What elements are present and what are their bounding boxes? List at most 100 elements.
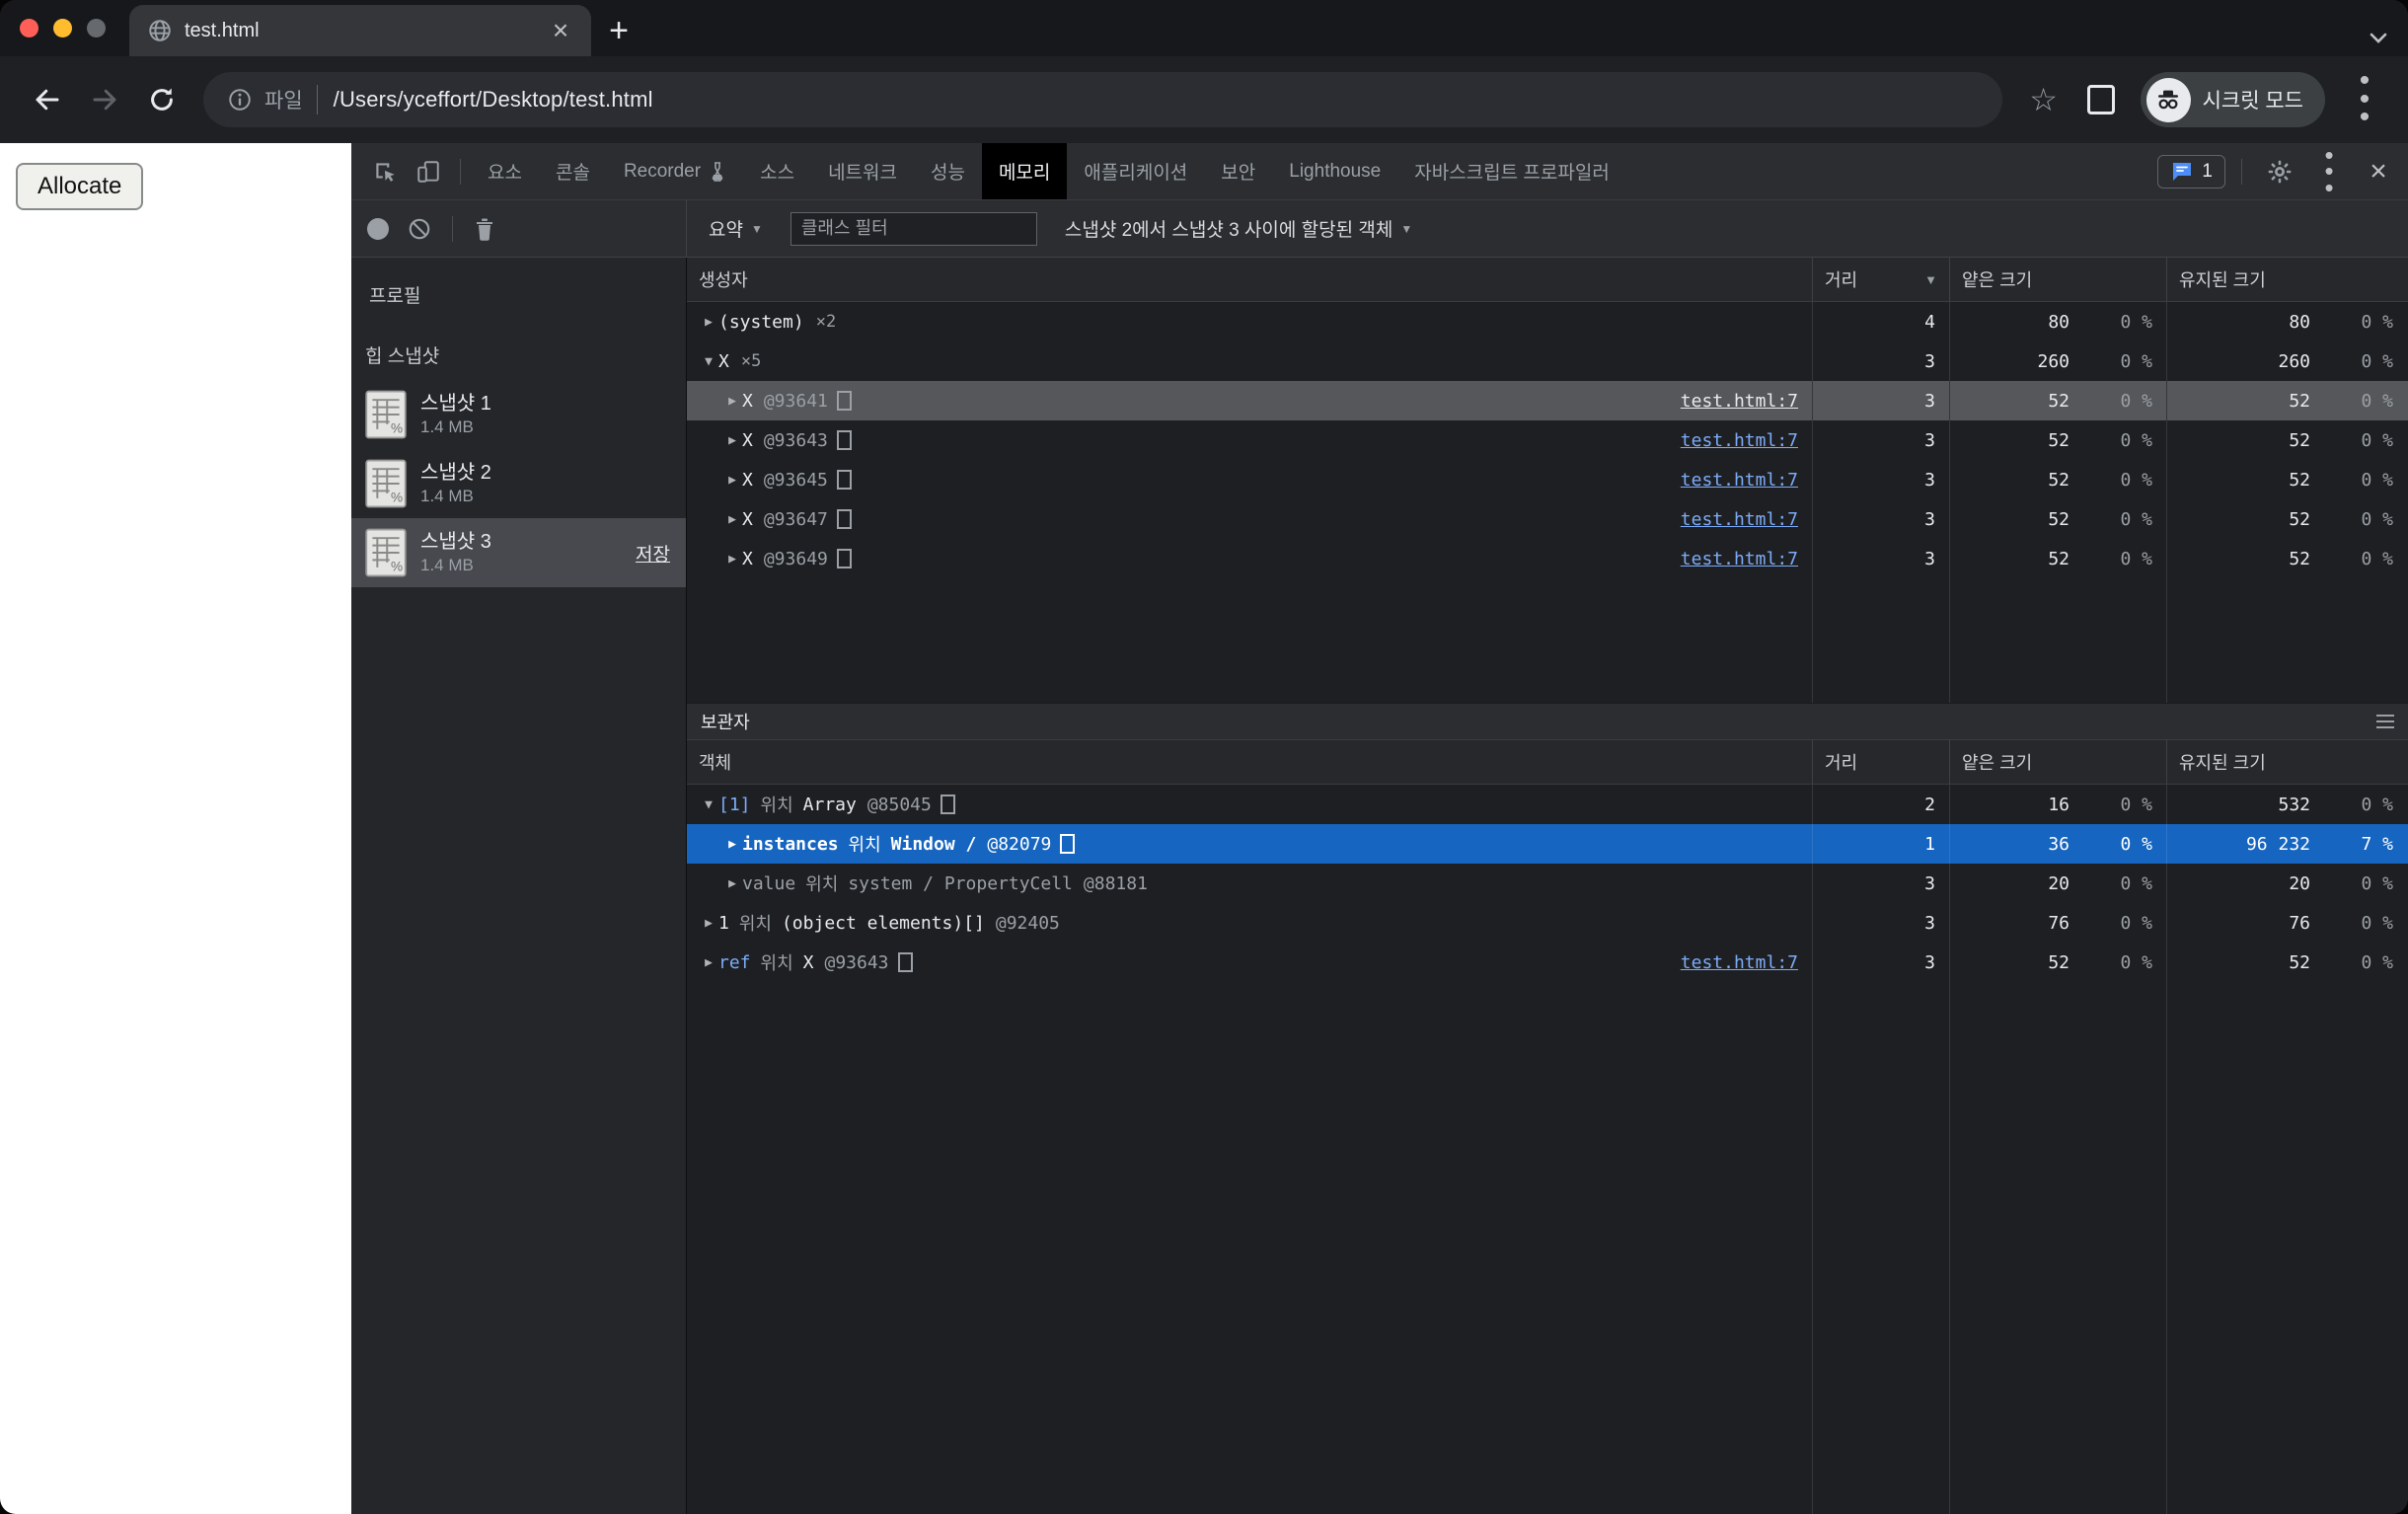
delete-profile-icon[interactable] — [473, 216, 496, 242]
allocate-button[interactable]: Allocate — [16, 163, 143, 210]
snapshot-file-icon: % — [365, 390, 407, 439]
distance-cell: 3 — [1813, 460, 1950, 499]
source-link[interactable]: test.html:7 — [1681, 549, 1798, 569]
snapshot-scope-select[interactable]: 스냅샷 2에서 스냅샷 3 사이에 할당된 객체 ▼ — [1059, 211, 1418, 246]
snapshot-item-1[interactable]: %스냅샷 11.4 MB — [351, 380, 686, 449]
devtools-tab-애플리케이션[interactable]: 애플리케이션 — [1067, 143, 1204, 199]
column-retained-size[interactable]: 유지된 크기 — [2167, 258, 2407, 301]
clear-profiles-icon[interactable] — [407, 216, 432, 242]
shallow-size-cell: 520 % — [1950, 381, 2167, 420]
shallow-size-cell: 520 % — [1950, 460, 2167, 499]
source-link[interactable]: test.html:7 — [1681, 430, 1798, 451]
retainer-row[interactable]: ▶1위치(object elements)[]@924053760 %760 % — [687, 903, 2408, 943]
retainers-menu-icon[interactable] — [2376, 715, 2394, 728]
distance-value: 1 — [1924, 834, 1935, 855]
devtools-tab-요소[interactable]: 요소 — [471, 143, 539, 199]
constructor-name: X — [742, 549, 753, 569]
tree-expanded-icon[interactable]: ▼ — [699, 797, 718, 812]
object-id: @93643 — [824, 952, 888, 973]
devtools-menu-icon[interactable]: ••• — [2307, 150, 2351, 193]
devtools-tab-자바스크립트 프로파일러[interactable]: 자바스크립트 프로파일러 — [1397, 143, 1626, 199]
tree-collapsed-icon[interactable]: ▶ — [722, 837, 742, 852]
browser-menu-icon[interactable]: ••• — [2339, 74, 2390, 125]
tree-collapsed-icon[interactable]: ▶ — [722, 473, 742, 488]
constructor-row[interactable]: ▶X@93645test.html:73520 %520 % — [687, 460, 2408, 499]
retainer-row[interactable]: ▶value위치system / PropertyCell@881813200 … — [687, 864, 2408, 903]
snapshot-item-3[interactable]: %스냅샷 31.4 MB저장 — [351, 518, 686, 587]
source-link[interactable]: test.html:7 — [1681, 470, 1798, 491]
source-link[interactable]: test.html:7 — [1681, 952, 1798, 973]
object-id: @85045 — [867, 795, 932, 815]
source-link[interactable]: test.html:7 — [1681, 509, 1798, 530]
retainer-row[interactable]: ▶ref위치X@93643test.html:73520 %520 % — [687, 943, 2408, 982]
tree-collapsed-icon[interactable]: ▶ — [722, 394, 742, 409]
devtools-tab-보안[interactable]: 보안 — [1204, 143, 1272, 199]
constructor-row[interactable]: ▶X@93641test.html:73520 %520 % — [687, 381, 2408, 420]
issues-count: 1 — [2202, 161, 2213, 183]
new-tab-button[interactable]: + — [591, 5, 646, 56]
zoom-window-button[interactable] — [87, 19, 106, 38]
perspective-select[interactable]: 요약 ▼ — [703, 211, 769, 246]
devtools-tab-콘솔[interactable]: 콘솔 — [539, 143, 607, 199]
devtools-tab-네트워크[interactable]: 네트워크 — [811, 143, 914, 199]
tree-collapsed-icon[interactable]: ▶ — [699, 916, 718, 931]
tree-collapsed-icon[interactable]: ▶ — [699, 315, 718, 330]
tree-collapsed-icon[interactable]: ▶ — [722, 512, 742, 527]
retainer-row[interactable]: ▼[1]위치Array@850452160 %5320 % — [687, 785, 2408, 824]
constructor-row[interactable]: ▶X@93649test.html:73520 %520 % — [687, 539, 2408, 578]
devtools-tab-소스[interactable]: 소스 — [743, 143, 811, 199]
tree-collapsed-icon[interactable]: ▶ — [699, 955, 718, 970]
distance-cell: 3 — [1813, 341, 1950, 381]
address-bar[interactable]: 파일 /Users/yceffort/Desktop/test.html — [203, 72, 2002, 127]
tree-collapsed-icon[interactable]: ▶ — [722, 433, 742, 448]
close-window-button[interactable] — [20, 19, 38, 38]
shallow-size-value: 76 — [2048, 913, 2069, 934]
column-shallow-size[interactable]: 얕은 크기 — [1950, 740, 2167, 784]
devtools-tab-Recorder[interactable]: Recorder — [607, 143, 743, 199]
retainer-property: 1 — [718, 913, 729, 934]
column-retained-size[interactable]: 유지된 크기 — [2167, 740, 2407, 784]
tab-search-chevron-icon[interactable] — [2367, 31, 2390, 46]
column-constructor[interactable]: 생성자 — [687, 258, 1813, 301]
issues-button[interactable]: 1 — [2157, 155, 2225, 189]
device-toolbar-icon[interactable] — [407, 150, 450, 193]
constructor-row[interactable]: ▶X@93643test.html:73520 %520 % — [687, 420, 2408, 460]
object-id: @93647 — [764, 509, 828, 530]
source-link[interactable]: test.html:7 — [1681, 391, 1798, 412]
constructor-row[interactable]: ▶(system)×24800 %800 % — [687, 302, 2408, 341]
distance-cell: 1 — [1813, 824, 1950, 864]
back-button[interactable] — [22, 74, 73, 125]
take-snapshot-icon[interactable] — [367, 218, 389, 240]
tree-expanded-icon[interactable]: ▼ — [699, 354, 718, 369]
snapshot-file-icon: % — [365, 459, 407, 508]
url-scheme-label: 파일 — [264, 85, 303, 114]
column-object[interactable]: 객체 — [687, 740, 1813, 784]
constructor-name: (object elements)[] — [782, 913, 985, 934]
devtools-tab-성능[interactable]: 성능 — [914, 143, 982, 199]
bookmark-star-icon[interactable]: ☆ — [2018, 74, 2069, 125]
tree-collapsed-icon[interactable]: ▶ — [722, 876, 742, 891]
retainer-row[interactable]: ▶instances위치Window /@820791360 %96 2327 … — [687, 824, 2408, 864]
inspect-element-icon[interactable] — [363, 150, 407, 193]
reload-button[interactable] — [136, 74, 188, 125]
column-distance[interactable]: 거리 — [1813, 740, 1950, 784]
devtools-close-icon[interactable]: × — [2357, 150, 2400, 193]
tree-collapsed-icon[interactable]: ▶ — [722, 552, 742, 567]
constructor-row[interactable]: ▼X×532600 %2600 % — [687, 341, 2408, 381]
minimize-window-button[interactable] — [53, 19, 72, 38]
column-shallow-size[interactable]: 얕은 크기 — [1950, 258, 2167, 301]
tab-close-icon[interactable]: × — [544, 14, 577, 47]
class-filter-input[interactable] — [790, 212, 1037, 246]
page-info-icon[interactable] — [227, 87, 253, 113]
object-cell: ▶value위치system / PropertyCell@88181 — [687, 864, 1813, 903]
snapshot-item-2[interactable]: %스냅샷 21.4 MB — [351, 449, 686, 518]
forward-button[interactable] — [79, 74, 130, 125]
settings-gear-icon[interactable] — [2258, 150, 2301, 193]
snapshot-save-link[interactable]: 저장 — [636, 540, 670, 567]
column-distance[interactable]: 거리▼ — [1813, 258, 1950, 301]
browser-tab[interactable]: test.html × — [129, 5, 591, 56]
constructor-row[interactable]: ▶X@93647test.html:73520 %520 % — [687, 499, 2408, 539]
devtools-tab-Lighthouse[interactable]: Lighthouse — [1272, 143, 1397, 199]
side-panel-icon[interactable] — [2075, 74, 2127, 125]
devtools-tab-메모리[interactable]: 메모리 — [982, 143, 1067, 199]
